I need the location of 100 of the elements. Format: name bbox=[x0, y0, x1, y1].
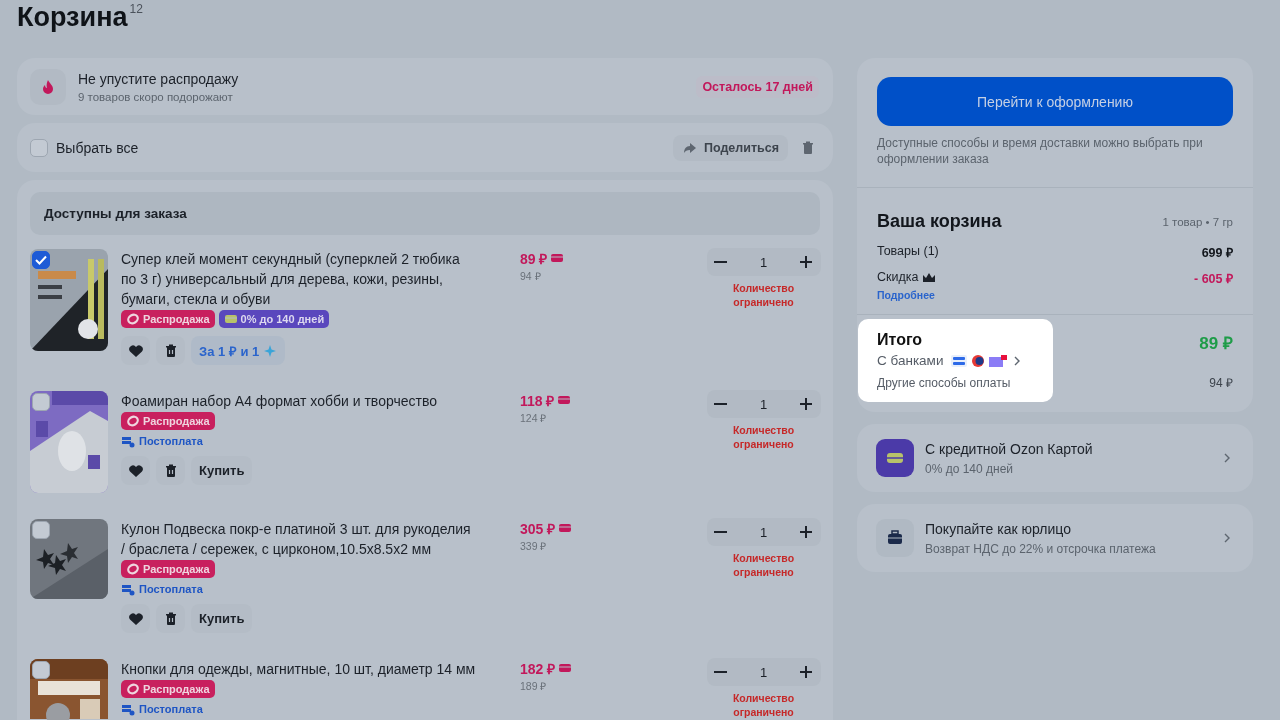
heart-icon bbox=[127, 610, 144, 627]
checkbox[interactable] bbox=[32, 393, 50, 411]
product-title[interactable]: Кнопки для одежды, магнитные, 10 шт, диаметр 14 мм bbox=[121, 659, 477, 679]
page-title: Корзина bbox=[17, 1, 128, 34]
offer-card[interactable]: Покупайте как юрлицо Возврат НДС до 22% и отсрочка платежа bbox=[857, 504, 1253, 572]
briefcase-icon bbox=[876, 519, 914, 557]
share-button[interactable]: Поделиться bbox=[672, 134, 788, 161]
card-icon bbox=[557, 393, 572, 407]
cart-title: Ваша корзина bbox=[877, 211, 1002, 232]
minus-icon bbox=[714, 671, 727, 673]
old-price: 189 ₽ bbox=[520, 679, 548, 693]
tag-sale: Распродажа bbox=[121, 412, 215, 430]
heart-icon bbox=[127, 462, 144, 479]
total-label: Итого bbox=[877, 331, 924, 349]
ring-icon bbox=[126, 414, 140, 428]
offer-subtitle: Возврат НДС до 22% и отсрочка платежа bbox=[925, 541, 1157, 556]
plus-icon bbox=[798, 396, 815, 412]
limit-note: Количество ограничено bbox=[731, 281, 796, 309]
cart-meta: 1 товар • 7 гр bbox=[1162, 215, 1233, 228]
delete-button[interactable] bbox=[156, 604, 185, 633]
favorite-button[interactable] bbox=[121, 604, 150, 633]
minus-icon bbox=[714, 261, 727, 263]
checkbox[interactable] bbox=[32, 661, 50, 679]
summary-label: Товары (1) bbox=[877, 244, 939, 258]
banks-link[interactable]: С банками bbox=[877, 353, 1033, 368]
limit-note: Количество ограничено bbox=[731, 551, 796, 579]
banner-subtitle: 9 товаров скоро подорожают bbox=[78, 90, 234, 103]
quantity-value: 1 bbox=[759, 524, 768, 540]
plus-icon bbox=[798, 524, 815, 540]
price-value: 182 ₽ bbox=[520, 659, 556, 678]
fire-icon bbox=[30, 68, 66, 105]
product-title[interactable]: Фоамиран набор А4 формат хобби и творчество bbox=[121, 391, 477, 411]
countdown-badge: Осталось 17 дней bbox=[696, 75, 819, 98]
check-icon bbox=[35, 255, 47, 265]
ring-icon bbox=[126, 312, 140, 326]
product-title[interactable]: Кулон Подвеска покр-е платиной 3 шт. для рукоделия / браслета / сережек, с цирконом,10.5x8.5x2 мм bbox=[121, 519, 477, 559]
delivery-note: Доступные способы и время доставки можно выбрать при оформлении заказа bbox=[877, 135, 1204, 167]
select-all-checkbox[interactable]: Выбрать все bbox=[30, 138, 673, 157]
old-price: 339 ₽ bbox=[520, 539, 548, 553]
total-value: 89 ₽ bbox=[1199, 333, 1233, 354]
offer-title: С кредитной Ozon Картой bbox=[925, 440, 1094, 457]
select-all-label: Выбрать все bbox=[56, 139, 139, 156]
banner-title: Не упустите распродажу bbox=[78, 70, 240, 87]
card-icon bbox=[223, 312, 238, 326]
offer-title: Покупайте как юрлицо bbox=[925, 520, 1072, 537]
plus-icon bbox=[798, 254, 815, 270]
offer-subtitle: 0% до 140 дней bbox=[925, 461, 1015, 476]
offer-card[interactable]: С кредитной Ozon Картой 0% до 140 дней bbox=[857, 424, 1253, 492]
credit-card-icon bbox=[876, 439, 914, 477]
bank-logo-icon bbox=[971, 353, 986, 368]
quantity-value: 1 bbox=[759, 254, 768, 270]
quantity-value: 1 bbox=[759, 664, 768, 680]
bank-logo-icon bbox=[951, 354, 968, 367]
bank-logo-icon bbox=[989, 354, 1008, 367]
minus-icon bbox=[714, 531, 727, 533]
favorite-button[interactable] bbox=[121, 456, 150, 485]
buy-button[interactable]: Купить bbox=[191, 604, 253, 633]
summary-value: - 605 ₽ bbox=[1194, 271, 1233, 287]
limit-note: Количество ограничено bbox=[731, 691, 796, 719]
other-payment-value: 94 ₽ bbox=[1208, 375, 1233, 391]
card-icon bbox=[558, 661, 573, 675]
payment-label: Постоплата bbox=[121, 582, 506, 596]
tag-sale: Распродажа bbox=[121, 310, 215, 328]
item-count: 12 bbox=[129, 2, 143, 16]
favorite-button[interactable] bbox=[121, 336, 150, 365]
minus-icon bbox=[714, 403, 727, 405]
tag-sale: Распродажа bbox=[121, 680, 215, 698]
limit-note: Количество ограничено bbox=[731, 423, 796, 451]
product-title[interactable]: Супер клей момент секундный (суперклей 2 тюбика по 3 г) универсальный для дерева, кожи, резины, бумаги, стекла и обуви bbox=[121, 249, 477, 309]
sparkle-icon bbox=[263, 343, 278, 358]
summary-value: 699 ₽ bbox=[1201, 245, 1233, 261]
truck-icon bbox=[121, 582, 135, 596]
payment-label: Постоплата bbox=[121, 702, 506, 716]
ring-icon bbox=[126, 682, 140, 696]
price-value: 89 ₽ bbox=[520, 249, 548, 268]
delete-button[interactable] bbox=[156, 336, 185, 365]
checkbox[interactable] bbox=[32, 251, 50, 269]
section-title: Доступны для заказа bbox=[44, 206, 187, 221]
trash-icon bbox=[800, 139, 816, 156]
heart-icon bbox=[127, 342, 144, 359]
old-price: 94 ₽ bbox=[520, 269, 542, 283]
old-price: 124 ₽ bbox=[520, 411, 548, 425]
checkbox[interactable] bbox=[30, 138, 48, 157]
ring-icon bbox=[126, 562, 140, 576]
checkbox[interactable] bbox=[32, 521, 50, 539]
tag-sale: Распродажа bbox=[121, 560, 215, 578]
price-value: 118 ₽ bbox=[520, 391, 555, 410]
other-payment-label: Другие способы оплаты bbox=[877, 376, 1012, 390]
payment-label: Постоплата bbox=[121, 434, 506, 448]
summary-label: Скидка bbox=[877, 270, 919, 284]
truck-icon bbox=[121, 434, 135, 448]
checkout-button[interactable]: Перейти к оформлению bbox=[877, 77, 1233, 126]
truck-icon bbox=[121, 702, 135, 716]
card-icon bbox=[558, 521, 573, 535]
price-value: 305 ₽ bbox=[520, 519, 556, 538]
plus-icon bbox=[798, 664, 815, 680]
tag-installment: 0% до 140 дней bbox=[218, 310, 330, 328]
delete-button[interactable] bbox=[156, 456, 185, 485]
buy-button[interactable]: Купить bbox=[191, 456, 253, 485]
card-icon bbox=[550, 251, 565, 265]
